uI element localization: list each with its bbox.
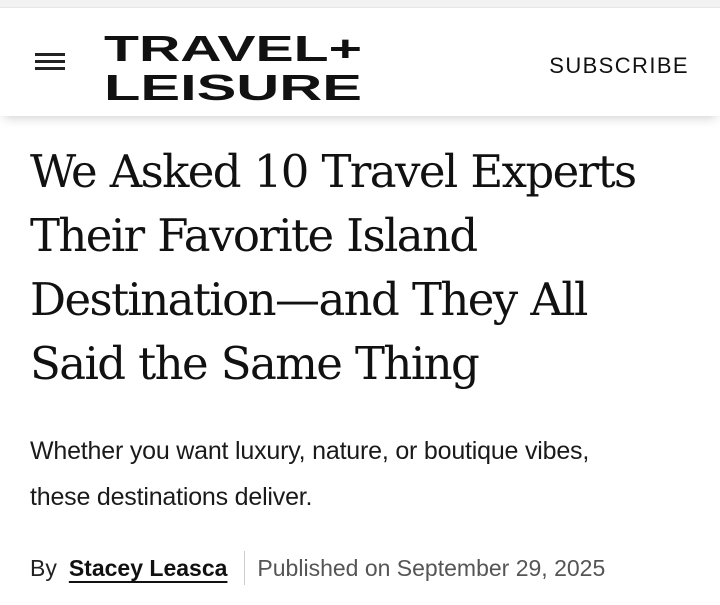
article-headline: We Asked 10 Travel Experts Their Favorit… [30,140,694,396]
subscribe-button[interactable]: SUBSCRIBE [549,52,689,80]
headline-line: We Asked 10 Travel Experts [30,145,637,198]
author-link[interactable]: Stacey Leasca [69,555,228,582]
dek-line: these destinations deliver. [30,483,313,511]
hamburger-menu-icon [35,53,65,70]
byline: By Stacey Leasca Published on September … [30,548,605,588]
headline-line: Said the Same Thing [30,337,480,390]
menu-button[interactable] [30,46,70,76]
logo-line-leisure: LEISURE [104,67,362,102]
article-header: We Asked 10 Travel Experts Their Favorit… [30,140,694,396]
headline-line: Destination—and They All [30,273,588,326]
dek-line: Whether you want luxury, nature, or bout… [30,437,590,465]
headline-line: Their Favorite Island [30,209,478,262]
browser-top-strip [0,0,720,8]
article-dek: Whether you want luxury, nature, or bout… [30,428,700,520]
published-date: Published on September 29, 2025 [257,554,606,581]
byline-divider [244,551,246,585]
site-header: TRAVEL+ LEISURE SUBSCRIBE [0,8,720,116]
byline-prefix: By [30,554,57,581]
travel-leisure-logo[interactable]: TRAVEL+ LEISURE [104,30,366,102]
logo-line-travel: TRAVEL+ [104,30,362,69]
